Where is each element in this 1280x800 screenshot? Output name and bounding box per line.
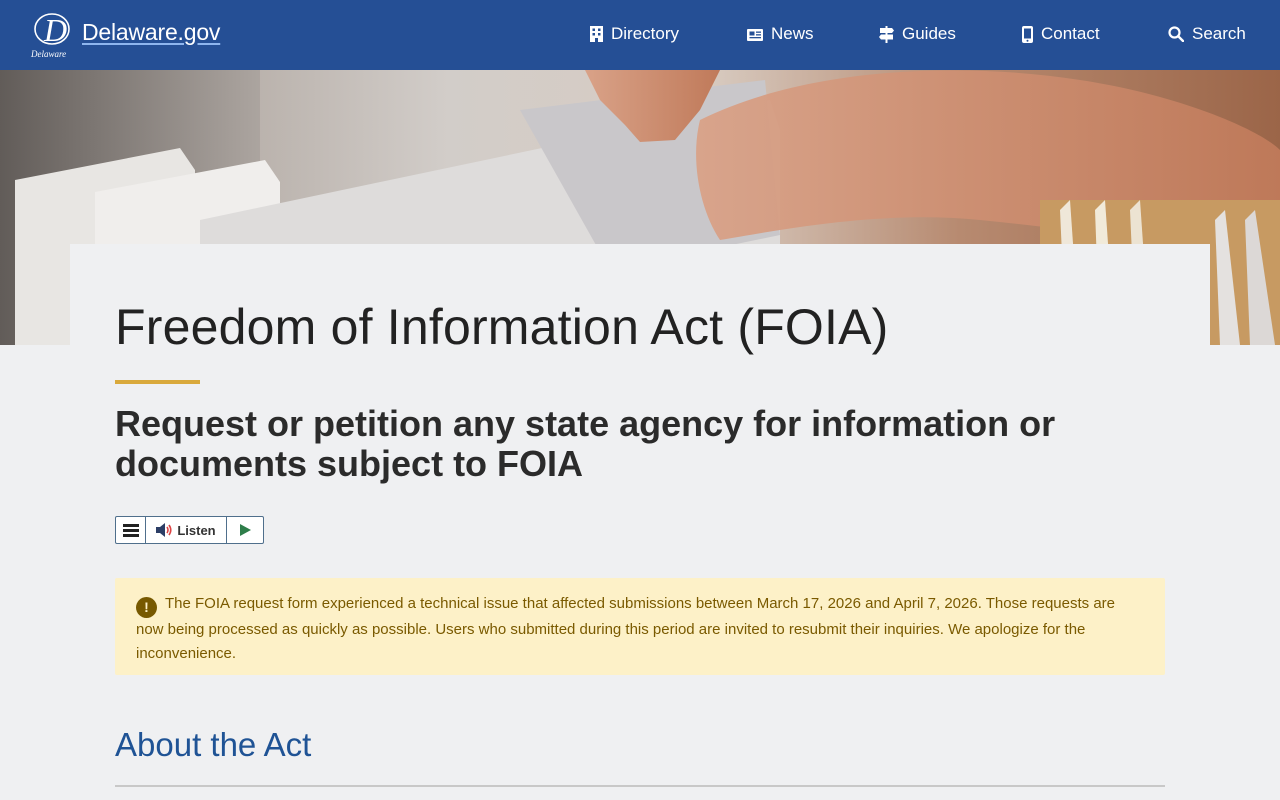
nav-label: Directory [611, 24, 680, 43]
listen-menu-button[interactable] [116, 517, 146, 543]
site-header: D Delaware Delaware.gov Directory News G [0, 0, 1280, 70]
signpost-icon [879, 25, 894, 43]
page-subtitle: Request or petition any state agency for… [115, 403, 1056, 484]
nav-directory[interactable]: Directory [590, 22, 679, 46]
svg-text:D: D [43, 12, 67, 48]
nav-contact[interactable]: Contact [1022, 22, 1100, 46]
listen-play-button[interactable] [227, 517, 263, 543]
logo-wordmark: Delaware [30, 49, 66, 59]
alert-banner: ! The FOIA request form experienced a tec… [115, 578, 1165, 675]
nav-guides[interactable]: Guides [879, 22, 956, 46]
building-icon [590, 26, 603, 42]
alert-text: The FOIA request form experienced a tech… [136, 595, 1115, 662]
nav-search[interactable]: Search [1168, 22, 1246, 46]
exclamation-icon: ! [136, 597, 157, 618]
play-icon [239, 524, 251, 536]
nav-label: Guides [902, 24, 956, 43]
phone-icon [1022, 25, 1033, 43]
menu-icon [122, 523, 139, 537]
section-title-about: About the Act [115, 726, 312, 763]
nav-label: Search [1192, 24, 1246, 43]
delaware-logo[interactable]: D Delaware [30, 10, 78, 60]
readspeaker-widget: Listen [115, 516, 264, 544]
section-divider [115, 785, 1165, 787]
nav-label: News [771, 24, 814, 43]
listen-label: Listen [177, 522, 216, 538]
title-accent-rule [115, 380, 200, 384]
newspaper-icon [747, 29, 763, 41]
page-title: Freedom of Information Act (FOIA) [115, 299, 889, 355]
nav-news[interactable]: News [747, 22, 814, 46]
search-icon [1168, 26, 1184, 42]
site-home-link[interactable]: Delaware.gov [82, 19, 220, 46]
speaker-icon [156, 523, 172, 537]
nav-label: Contact [1041, 24, 1100, 43]
listen-button[interactable]: Listen [146, 517, 227, 543]
